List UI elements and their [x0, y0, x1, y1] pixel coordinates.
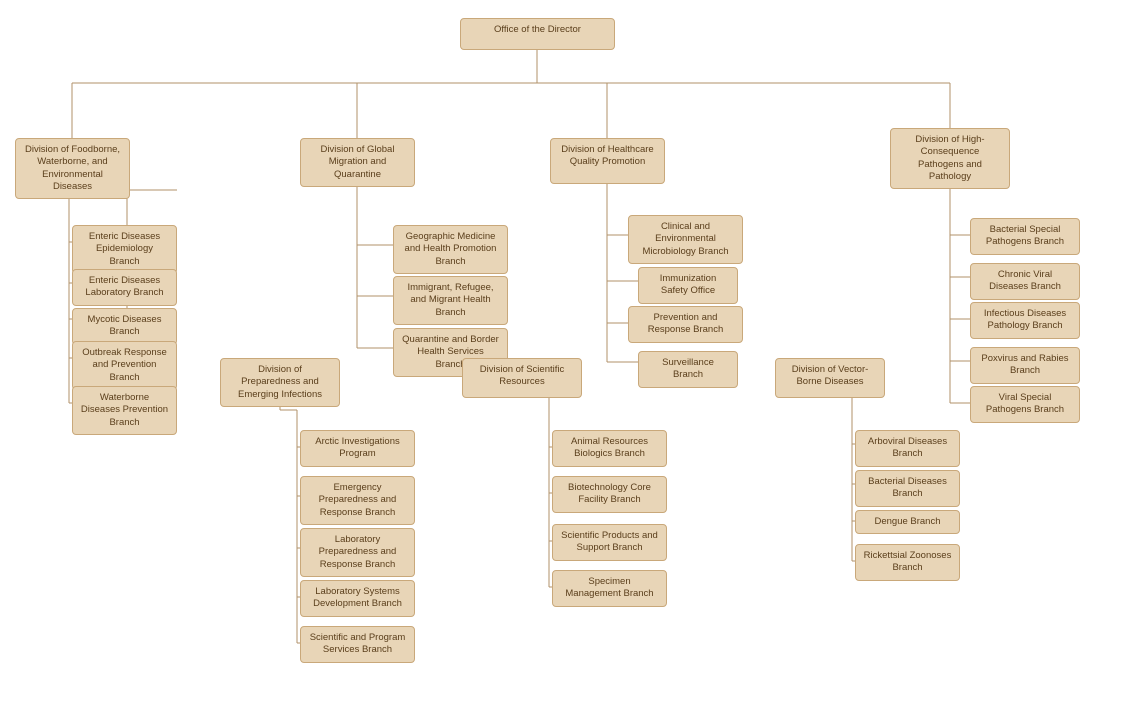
office-director-node: Office of the Director	[460, 18, 615, 50]
lab-prep-node: Laboratory Preparedness and Response Bra…	[300, 528, 415, 577]
arctic-node: Arctic Investigations Program	[300, 430, 415, 467]
div-vector-node: Division of Vector-Borne Diseases	[775, 358, 885, 398]
dengue-node: Dengue Branch	[855, 510, 960, 534]
poxvirus-node: Poxvirus and Rabies Branch	[970, 347, 1080, 384]
sci-prog-node: Scientific and Program Services Branch	[300, 626, 415, 663]
div-high-node: Division of High-Consequence Pathogens a…	[890, 128, 1010, 189]
mycotic-node: Mycotic Diseases Branch	[72, 308, 177, 345]
rickettsial-node: Rickettsial Zoonoses Branch	[855, 544, 960, 581]
outbreak-node: Outbreak Response and Prevention Branch	[72, 341, 177, 390]
immunization-node: Immunization Safety Office	[638, 267, 738, 304]
animal-res-node: Animal Resources Biologics Branch	[552, 430, 667, 467]
waterborne-node: Waterborne Diseases Prevention Branch	[72, 386, 177, 435]
div-healthcare-node: Division of Healthcare Quality Promotion	[550, 138, 665, 184]
div-prep-node: Division of Preparedness and Emerging In…	[220, 358, 340, 407]
specimen-node: Specimen Management Branch	[552, 570, 667, 607]
emergency-prep-node: Emergency Preparedness and Response Bran…	[300, 476, 415, 525]
viral-sp-node: Viral Special Pathogens Branch	[970, 386, 1080, 423]
infectious-path-node: Infectious Diseases Pathology Branch	[970, 302, 1080, 339]
arboviral-node: Arboviral Diseases Branch	[855, 430, 960, 467]
surveillance-node: Surveillance Branch	[638, 351, 738, 388]
enteric-epi-node: Enteric Diseases Epidemiology Branch	[72, 225, 177, 274]
bacterial-sp-node: Bacterial Special Pathogens Branch	[970, 218, 1080, 255]
div-sci-node: Division of Scientific Resources	[462, 358, 582, 398]
bacterial-dis-node: Bacterial Diseases Branch	[855, 470, 960, 507]
chronic-viral-node: Chronic Viral Diseases Branch	[970, 263, 1080, 300]
enteric-lab-node: Enteric Diseases Laboratory Branch	[72, 269, 177, 306]
prev-response-node: Prevention and Response Branch	[628, 306, 743, 343]
div-foodborne-node: Division of Foodborne, Waterborne, and E…	[15, 138, 130, 199]
div-global-node: Division of Global Migration and Quarant…	[300, 138, 415, 187]
org-chart: Office of the Director Division of Foodbo…	[0, 0, 1132, 708]
geo-med-node: Geographic Medicine and Health Promotion…	[393, 225, 508, 274]
sci-prod-node: Scientific Products and Support Branch	[552, 524, 667, 561]
lab-sys-node: Laboratory Systems Development Branch	[300, 580, 415, 617]
biotech-node: Biotechnology Core Facility Branch	[552, 476, 667, 513]
immigrant-node: Immigrant, Refugee, and Migrant Health B…	[393, 276, 508, 325]
clinical-env-node: Clinical and Environmental Microbiology …	[628, 215, 743, 264]
